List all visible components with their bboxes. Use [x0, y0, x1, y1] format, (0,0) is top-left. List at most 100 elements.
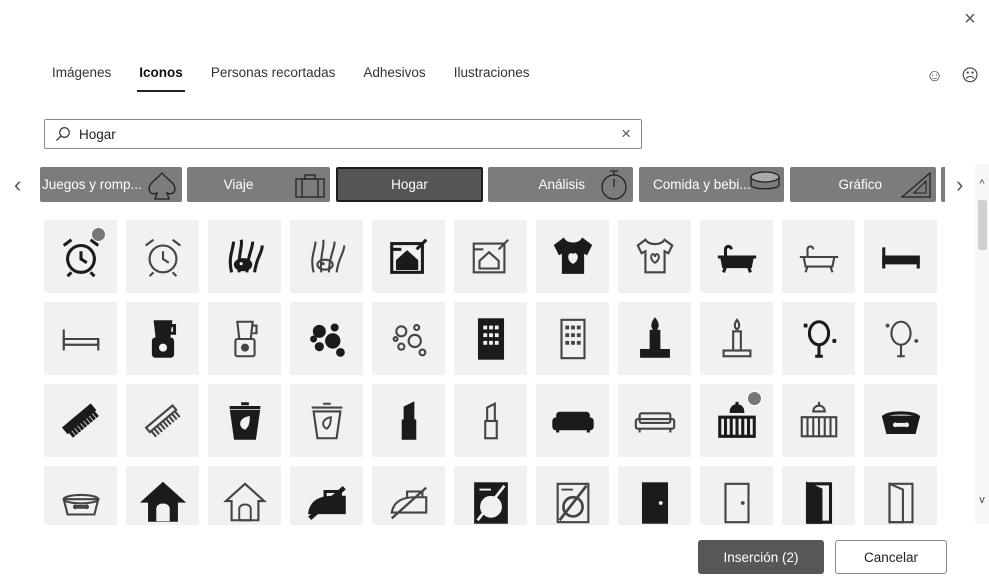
tab-imagenes[interactable]: Imágenes: [52, 65, 111, 92]
icon-tile-candle-outline[interactable]: [700, 302, 773, 375]
icon-tile-no-washing-machine-filled[interactable]: [454, 466, 527, 525]
dog-bowl-icon: [61, 493, 100, 516]
icon-tile-compost-bin-filled[interactable]: [208, 384, 281, 457]
couch-icon: [551, 411, 594, 432]
icon-grid: [44, 220, 944, 525]
categories-prev-button[interactable]: ‹: [14, 172, 21, 198]
icon-tile-crib-outline[interactable]: [782, 384, 855, 457]
no-washing-machine-icon: [556, 482, 589, 523]
close-button[interactable]: ×: [958, 8, 982, 32]
category-grafico[interactable]: Gráfico: [790, 167, 936, 202]
icon-tile-mirror-filled[interactable]: [782, 302, 855, 375]
icon-tile-baby-onesie-filled[interactable]: [536, 220, 609, 293]
icon-tile-lipstick-outline[interactable]: [454, 384, 527, 457]
tab-personas-recortadas[interactable]: Personas recortadas: [211, 65, 336, 92]
icon-tile-candle-filled[interactable]: [618, 302, 691, 375]
scroll-down-icon[interactable]: v: [976, 494, 988, 506]
comb-icon: [144, 403, 180, 437]
clear-search-button[interactable]: ×: [621, 124, 631, 144]
icon-tile-building-filled[interactable]: [454, 302, 527, 375]
tab-adhesivos[interactable]: Adhesivos: [363, 65, 425, 92]
compost-bin-icon: [229, 401, 260, 440]
crib-icon: [800, 401, 837, 437]
icon-tile-couch-outline[interactable]: [618, 384, 691, 457]
icon-tile-house-blueprint-outline[interactable]: [454, 220, 527, 293]
icon-tile-building-outline[interactable]: [536, 302, 609, 375]
icon-tile-bathtub-outline[interactable]: [782, 220, 855, 293]
icon-tile-comb-filled[interactable]: [44, 384, 117, 457]
icon-tile-comb-outline[interactable]: [126, 384, 199, 457]
icon-tile-alarm-clock-outline[interactable]: [126, 220, 199, 293]
icon-tile-doghouse-outline[interactable]: [208, 466, 281, 525]
vertical-scrollbar[interactable]: ^ v: [975, 164, 989, 524]
compost-bin-icon: [311, 402, 342, 439]
category-label: Viaje: [223, 177, 254, 192]
category-label: Juegos y romp...: [42, 177, 142, 192]
icon-tile-no-ironing-outline[interactable]: [372, 466, 445, 525]
category-label: Hogar: [391, 177, 428, 192]
category-carousel: Juegos y romp... Viaje Hogar Análisis Co…: [40, 167, 945, 202]
icon-tile-baby-onesie-outline[interactable]: [618, 220, 691, 293]
icon-tile-door-open-filled[interactable]: [782, 466, 855, 525]
icon-tile-house-blueprint-filled[interactable]: [372, 220, 445, 293]
selected-check-icon: [747, 391, 762, 406]
scrollbar-thumb[interactable]: [978, 200, 987, 250]
category-label: Gráfico: [838, 177, 882, 192]
doghouse-icon: [222, 481, 267, 521]
door-icon: [641, 481, 668, 524]
category-next-partial[interactable]: [941, 167, 945, 202]
icon-tile-bed-outline[interactable]: [44, 302, 117, 375]
icon-tile-coral-fish-outline[interactable]: [290, 220, 363, 293]
coral-fish-icon: [228, 238, 264, 273]
scroll-up-icon[interactable]: ^: [976, 178, 988, 190]
lipstick-icon: [483, 401, 498, 439]
category-hogar[interactable]: Hogar: [336, 167, 483, 202]
no-ironing-icon: [307, 485, 346, 520]
category-juegos[interactable]: Juegos y romp...: [40, 167, 182, 202]
icon-tile-door-outline[interactable]: [700, 466, 773, 525]
door-open-icon: [887, 481, 914, 523]
search-input[interactable]: [79, 126, 622, 142]
categories-next-button[interactable]: ›: [956, 172, 963, 198]
category-label: Comida y bebi...: [653, 177, 751, 192]
category-comida[interactable]: Comida y bebi...: [639, 167, 784, 202]
bubbles-icon: [392, 323, 426, 356]
bathtub-icon: [799, 244, 838, 273]
icon-tile-compost-bin-outline[interactable]: [290, 384, 363, 457]
icon-tile-doghouse-filled[interactable]: [126, 466, 199, 525]
icon-tile-dog-bowl-filled[interactable]: [864, 384, 937, 457]
icon-tile-door-filled[interactable]: [618, 466, 691, 525]
blender-icon: [151, 319, 176, 358]
suitcase-icon: [295, 174, 325, 198]
building-icon: [477, 317, 504, 360]
candle-icon: [639, 316, 670, 358]
category-viaje[interactable]: Viaje: [187, 167, 330, 202]
lipstick-icon: [401, 400, 416, 440]
doghouse-icon: [139, 481, 186, 522]
icon-tile-crib-filled[interactable]: [700, 384, 773, 457]
icon-tile-door-open-outline[interactable]: [864, 466, 937, 525]
icon-tile-coral-fish-filled[interactable]: [208, 220, 281, 293]
tab-ilustraciones[interactable]: Ilustraciones: [454, 65, 530, 92]
icon-tile-lipstick-filled[interactable]: [372, 384, 445, 457]
icon-tile-bubbles-outline[interactable]: [372, 302, 445, 375]
icon-tile-blender-outline[interactable]: [208, 302, 281, 375]
category-analisis[interactable]: Análisis: [488, 167, 633, 202]
happy-face-icon[interactable]: ☺: [926, 66, 943, 86]
icon-tile-couch-filled[interactable]: [536, 384, 609, 457]
insert-button[interactable]: Inserción (2): [698, 540, 824, 574]
icon-tile-bubbles-filled[interactable]: [290, 302, 363, 375]
cancel-button[interactable]: Cancelar: [835, 540, 947, 574]
icon-tile-no-washing-machine-outline[interactable]: [536, 466, 609, 525]
icon-tile-mirror-outline[interactable]: [864, 302, 937, 375]
icon-tile-blender-filled[interactable]: [126, 302, 199, 375]
icon-tile-no-ironing-filled[interactable]: [290, 466, 363, 525]
icon-tile-bathtub-filled[interactable]: [700, 220, 773, 293]
tab-iconos[interactable]: Iconos: [137, 65, 185, 92]
icon-tile-alarm-clock-filled[interactable]: [44, 220, 117, 293]
sad-face-icon[interactable]: ☹: [961, 66, 979, 86]
building-icon: [559, 318, 586, 359]
icon-tile-bed-filled[interactable]: [864, 220, 937, 293]
search-icon: [56, 127, 70, 141]
icon-tile-dog-bowl-outline[interactable]: [44, 466, 117, 525]
